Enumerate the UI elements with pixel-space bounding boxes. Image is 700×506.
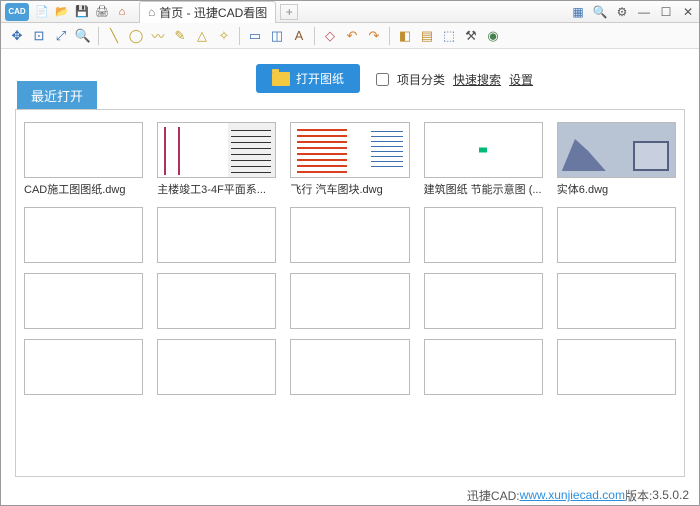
file-name: 主楼竣工3-4F平面系... — [157, 181, 276, 197]
recent-open-label: 最近打开 — [17, 81, 97, 110]
empty-slot — [157, 273, 276, 329]
file-thumbnail[interactable] — [24, 122, 143, 178]
tool-settings-icon[interactable]: ⚒ — [461, 26, 481, 46]
tool-redo-icon[interactable]: ↷ — [364, 26, 384, 46]
empty-slot — [424, 273, 543, 329]
file-name: CAD施工图图纸.dwg — [24, 181, 143, 197]
tool-undo-icon[interactable]: ↶ — [342, 26, 362, 46]
open-folder-icon[interactable]: 📂 — [55, 5, 69, 19]
project-category-label: 项目分类 — [397, 71, 445, 88]
home-misc-icon[interactable]: ⌂ — [115, 5, 129, 19]
recent-files-panel: CAD施工图图纸.dwg 主楼竣工3-4F平面系... 飞行 汽车图块.dwg … — [15, 109, 685, 477]
empty-slot — [157, 207, 276, 263]
new-tab-button[interactable]: + — [280, 4, 298, 20]
tool-zoom-window-icon[interactable]: ⊡ — [29, 26, 49, 46]
empty-slot — [24, 207, 143, 263]
home-icon: ⌂ — [148, 5, 155, 19]
titlebar-quick-icons: 📄 📂 💾 🖨 ⌂ — [35, 5, 129, 19]
file-thumbnail[interactable] — [157, 122, 276, 178]
empty-slot — [557, 207, 676, 263]
file-item[interactable]: 实体6.dwg — [557, 122, 676, 197]
window-controls: ▦ 🔍 ⚙ — ☐ ✕ — [571, 5, 695, 19]
minimize-button[interactable]: — — [637, 5, 651, 19]
empty-slot — [557, 339, 676, 395]
empty-slot — [157, 339, 276, 395]
close-button[interactable]: ✕ — [681, 5, 695, 19]
tool-frame-icon[interactable]: ◫ — [267, 26, 287, 46]
titlebar: CAD 📄 📂 💾 🖨 ⌂ ⌂ 首页 - 迅捷CAD看图 + ▦ 🔍 ⚙ — ☐… — [1, 1, 699, 23]
content-area: 打开图纸 项目分类 快速搜索 设置 最近打开 CAD施工图图纸.dwg 主楼竣工… — [1, 49, 699, 485]
tab-home[interactable]: ⌂ 首页 - 迅捷CAD看图 — [139, 1, 276, 23]
empty-slot — [557, 273, 676, 329]
tool-measure-icon[interactable]: ✎ — [170, 26, 190, 46]
status-version-label: 版本: — [625, 487, 652, 504]
file-name: 实体6.dwg — [557, 181, 676, 197]
tool-erase-icon[interactable]: ◇ — [320, 26, 340, 46]
empty-slot — [24, 273, 143, 329]
print-icon[interactable]: 🖨 — [95, 5, 109, 19]
empty-slot — [290, 207, 409, 263]
tool-zoom-extents-icon[interactable]: ⤢ — [51, 26, 71, 46]
tool-extra-icon[interactable]: ▦ — [571, 5, 585, 19]
tool-circle-icon[interactable]: ◯ — [126, 26, 146, 46]
file-name: 飞行 汽车图块.dwg — [290, 181, 409, 197]
zoom-out-icon[interactable]: 🔍 — [593, 5, 607, 19]
file-item[interactable]: 建筑图纸 节能示意图 (... — [424, 122, 543, 197]
tool-divider-icon[interactable]: ✧ — [214, 26, 234, 46]
empty-slot — [24, 339, 143, 395]
tool-3d-icon[interactable]: ⬚ — [439, 26, 459, 46]
empty-slot — [424, 207, 543, 263]
file-thumbnail[interactable] — [290, 122, 409, 178]
folder-open-icon — [272, 72, 290, 86]
app-logo: CAD — [5, 3, 29, 21]
view-options: 项目分类 快速搜索 设置 — [376, 71, 533, 88]
tool-pan-icon[interactable]: ✥ — [7, 26, 27, 46]
tool-angle-icon[interactable]: △ — [192, 26, 212, 46]
open-drawing-button[interactable]: 打开图纸 — [256, 64, 360, 93]
file-grid: CAD施工图图纸.dwg 主楼竣工3-4F平面系... 飞行 汽车图块.dwg … — [24, 122, 676, 395]
tool-text-icon[interactable]: A — [289, 26, 309, 46]
toolbar: ✥ ⊡ ⤢ 🔍 ╲ ◯ 〰 ✎ △ ✧ ▭ ◫ A ◇ ↶ ↷ ◧ ▤ ⬚ ⚒ … — [1, 23, 699, 49]
settings-link[interactable]: 设置 — [509, 71, 533, 88]
save-icon[interactable]: 💾 — [75, 5, 89, 19]
file-item[interactable]: CAD施工图图纸.dwg — [24, 122, 143, 197]
status-version: 3.5.0.2 — [652, 488, 689, 502]
project-category-checkbox[interactable] — [376, 73, 389, 86]
file-item[interactable]: 飞行 汽车图块.dwg — [290, 122, 409, 197]
tool-book-icon[interactable]: ▤ — [417, 26, 437, 46]
statusbar: 迅捷CAD: www.xunjiecad.com 版本: 3.5.0.2 — [1, 485, 699, 505]
empty-slot — [290, 339, 409, 395]
tool-polyline-icon[interactable]: 〰 — [148, 26, 168, 46]
tool-line-icon[interactable]: ╲ — [104, 26, 124, 46]
file-name: 建筑图纸 节能示意图 (... — [424, 181, 543, 197]
open-drawing-label: 打开图纸 — [296, 70, 344, 87]
status-url-link[interactable]: www.xunjiecad.com — [520, 488, 625, 502]
tool-globe-icon[interactable]: ◉ — [483, 26, 503, 46]
tool-zoom-icon[interactable]: 🔍 — [73, 26, 93, 46]
file-thumbnail[interactable] — [557, 122, 676, 178]
new-file-icon[interactable]: 📄 — [35, 5, 49, 19]
status-app-name: 迅捷CAD: — [467, 487, 520, 504]
quick-search-link[interactable]: 快速搜索 — [453, 71, 501, 88]
tool-image-icon[interactable]: ▭ — [245, 26, 265, 46]
file-thumbnail[interactable] — [424, 122, 543, 178]
empty-slot — [290, 273, 409, 329]
settings-gear-icon[interactable]: ⚙ — [615, 5, 629, 19]
tool-layers-icon[interactable]: ◧ — [395, 26, 415, 46]
empty-slot — [424, 339, 543, 395]
tab-title: 首页 - 迅捷CAD看图 — [159, 4, 267, 21]
file-item[interactable]: 主楼竣工3-4F平面系... — [157, 122, 276, 197]
maximize-button[interactable]: ☐ — [659, 5, 673, 19]
